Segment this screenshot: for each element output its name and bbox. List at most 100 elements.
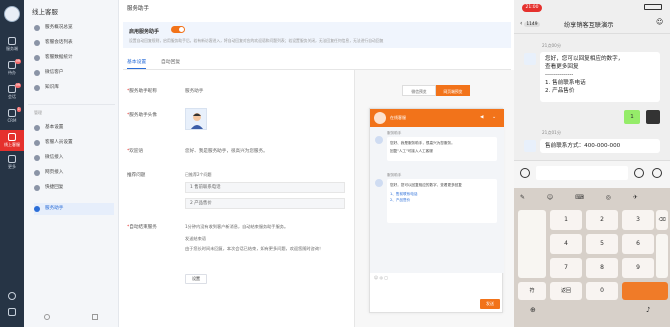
key-4[interactable]: 4 xyxy=(550,234,582,254)
key-2[interactable]: 2 xyxy=(586,210,618,230)
timestamp-1: 21点00分 xyxy=(542,43,562,48)
symbol-column[interactable] xyxy=(518,210,546,278)
sidebar-item-web-access[interactable]: 网页接入 xyxy=(34,167,114,179)
send-button[interactable]: 发送 xyxy=(480,299,500,309)
reply-icon xyxy=(34,185,40,191)
phone-msg2-bubble: 售前联系方式：400-000-000 xyxy=(540,139,660,153)
key-5[interactable]: 5 xyxy=(586,234,618,254)
grid-icon xyxy=(8,155,16,163)
phone-msg1-line2: 查看更多回复 xyxy=(545,64,579,70)
emoji-icon[interactable]: ☺ ◎ ▢ xyxy=(374,275,388,280)
sidebar-item-knowledge[interactable]: 知识库 xyxy=(34,82,114,94)
wechat-preview-button[interactable]: 微信预览 xyxy=(402,85,436,96)
phone-msg1-option1: 1. 售前联系电话 xyxy=(545,80,586,86)
enter-key[interactable] xyxy=(622,282,668,300)
settings-icon[interactable] xyxy=(8,292,16,300)
question-item-1[interactable]: 1 售前联系电话 xyxy=(185,182,345,193)
msg2-bubble: 您好，您可以回复相应的数字，查看更多回复 1、售前联系电话 2、产品售价 xyxy=(387,179,497,223)
user-avatar[interactable] xyxy=(4,6,20,22)
web-icon xyxy=(34,170,40,176)
sidebar-title: 线上客服 xyxy=(32,8,58,16)
msg2-option2[interactable]: 2、产品售价 xyxy=(390,197,494,203)
phone-msg1-option2: 2. 产品售价 xyxy=(545,88,575,94)
message-input[interactable] xyxy=(536,166,628,180)
sidebar-item-stats[interactable]: 客服数据统计 xyxy=(34,52,114,64)
key-1[interactable]: 1 xyxy=(550,210,582,230)
key-0[interactable]: 0 xyxy=(586,282,618,300)
collapse-icon[interactable] xyxy=(92,314,98,320)
keyboard-side-key[interactable] xyxy=(656,234,668,278)
auto-end-text: 1分钟内没有收到客户新消息，自动结束服务助手服务。 xyxy=(185,224,289,229)
numeric-keyboard: ✎ ☺ ⌨ ◎ ✈ 1 2 3 4 5 6 7 8 9 符 返回 0 ⌫ ⊕ ♪ xyxy=(514,188,670,327)
voice-icon[interactable] xyxy=(520,168,530,178)
plus-icon[interactable] xyxy=(652,168,662,178)
service-sidebar: 线上客服 服务概况总览 客服会话列表 客服数据统计 微信客户 知识库 管理 基本… xyxy=(24,0,119,327)
todo-badge: 99 xyxy=(14,59,21,64)
settings-button[interactable]: 设置 xyxy=(185,274,207,284)
question-item-2[interactable]: 2 产品售价 xyxy=(185,198,345,209)
nav-item-crm[interactable]: 1 CRM xyxy=(0,106,24,127)
key-6[interactable]: 6 xyxy=(622,234,654,254)
sender-avatar-2 xyxy=(524,140,536,152)
assistant-avatar-icon xyxy=(375,136,383,144)
stats-icon xyxy=(34,55,40,61)
help-icon[interactable] xyxy=(8,308,16,316)
backspace-icon[interactable]: ⌫ xyxy=(656,210,668,230)
web-preview-button[interactable]: 网页端预览 xyxy=(436,85,470,96)
name-value: 服务助手 xyxy=(185,89,204,94)
sidebar-item-service-assistant[interactable]: 服务助手 xyxy=(34,203,114,215)
session-badge: 99 xyxy=(14,83,21,88)
nav-item-todo[interactable]: 99 待办 xyxy=(0,58,24,79)
msg2-line1: 您好，您可以回复相应的数字，查看更多回复 xyxy=(390,183,462,187)
nav-item-session[interactable]: 99 会话 xyxy=(0,82,24,103)
preview-header: 在线客服 ◀︎ ⌄ xyxy=(370,109,504,127)
phone-msg1-bubble: 您好，您可以回复相应的数字， 查看更多回复 -------------- 1. … xyxy=(540,52,660,102)
crm-badge: 1 xyxy=(16,107,21,112)
name-label: *服务助手昵称 xyxy=(127,89,157,94)
sidebar-item-wechat-access[interactable]: 微信接入 xyxy=(34,152,114,164)
overview-icon xyxy=(34,25,40,31)
assistant-icon xyxy=(34,206,40,212)
toggle-label: 启用服务助手 xyxy=(129,29,160,35)
info-icon[interactable] xyxy=(44,314,50,320)
unread-count: 1149 xyxy=(524,22,540,27)
key-3[interactable]: 3 xyxy=(622,210,654,230)
tab-basic-settings[interactable]: 基本设置 xyxy=(127,58,147,69)
status-time: 21:00 xyxy=(522,4,542,12)
book-icon xyxy=(34,85,40,91)
msg2-sender: 服务助手 xyxy=(387,173,402,177)
profile-icon[interactable]: ☺ xyxy=(656,18,663,26)
msg1-line2: 回复"人工"可接入人工客服 xyxy=(390,149,433,153)
questions-count: 已推荐2个问题 xyxy=(185,172,212,177)
key-9[interactable]: 9 xyxy=(622,258,654,278)
sidebar-item-sessions[interactable]: 客服会话列表 xyxy=(34,37,114,49)
mic-icon[interactable]: ♪ xyxy=(646,306,650,314)
return-key[interactable]: 返回 xyxy=(550,282,582,300)
tab-auto-reply[interactable]: 自动回复 xyxy=(161,58,180,65)
sidebar-item-overview[interactable]: 服务概况总览 xyxy=(34,22,114,34)
volume-icon[interactable]: ◀︎ xyxy=(480,115,483,120)
server-icon xyxy=(8,37,16,45)
sidebar-item-quick-reply[interactable]: 快捷回复 xyxy=(34,182,114,194)
input-bar xyxy=(514,160,670,188)
user-reply-bubble: 1 xyxy=(624,110,640,124)
keyboard-toolbar-icons[interactable]: ✎ ☺ ⌨ ◎ ✈ xyxy=(520,194,648,201)
sidebar-item-wechat-customers[interactable]: 微信客户 xyxy=(34,67,114,79)
enable-assistant-toggle[interactable] xyxy=(171,26,185,33)
msg1-line1: 您好、我是服务助手，很高兴为您服务。 xyxy=(390,141,455,145)
nav-item-more[interactable]: 更多 xyxy=(0,152,24,173)
symbol-key[interactable]: 符 xyxy=(518,282,546,300)
globe-icon[interactable]: ⊕ xyxy=(530,306,536,314)
app-nav: 服务端 99 待办 99 会话 1 CRM 线上客服 更多 xyxy=(0,0,24,327)
chevron-down-icon[interactable]: ⌄ xyxy=(492,114,496,120)
sidebar-item-basic-settings[interactable]: 基本设置 xyxy=(34,122,114,134)
assistant-avatar[interactable] xyxy=(185,108,207,130)
sidebar-item-staff-settings[interactable]: 客服人员设置 xyxy=(34,137,114,149)
phone-screen: 21:00 ‹ 1149 纷享销客互联演示 ☺ 21点00分 您好，您可以回复相… xyxy=(514,0,670,327)
nav-item-online-service[interactable]: 线上客服 xyxy=(0,130,24,151)
key-7[interactable]: 7 xyxy=(550,258,582,278)
back-button[interactable]: ‹ 1149 xyxy=(520,20,540,27)
nav-item-server[interactable]: 服务端 xyxy=(0,34,24,55)
key-8[interactable]: 8 xyxy=(586,258,618,278)
emoji-icon-phone[interactable] xyxy=(634,168,644,178)
